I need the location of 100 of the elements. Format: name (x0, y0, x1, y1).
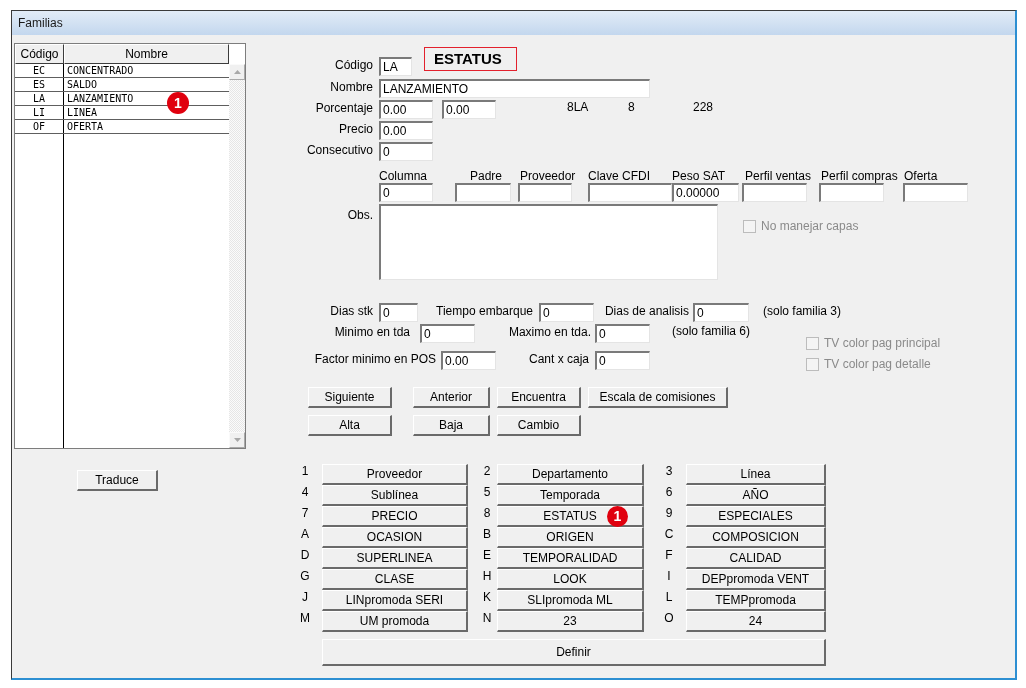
action-button[interactable]: Anterior (413, 387, 490, 408)
text-field[interactable] (819, 183, 884, 202)
info-text: 228 (693, 100, 714, 114)
catalog-button[interactable]: TEMPpromoda (686, 590, 826, 611)
field-label: Precio (339, 122, 373, 136)
text-field[interactable] (518, 183, 572, 202)
text-area[interactable] (379, 204, 718, 280)
table-cell: LA (15, 92, 64, 105)
text-field[interactable]: 0 (379, 303, 418, 322)
text-field[interactable]: 0 (595, 351, 650, 370)
text-field[interactable]: 0.00 (441, 351, 496, 370)
column-header[interactable]: Código (15, 44, 64, 64)
action-button[interactable]: Escala de comisiones (588, 387, 728, 408)
catalog-button[interactable]: Sublínea (322, 485, 468, 506)
key-label: 3 (665, 464, 673, 479)
key-label: H (482, 569, 492, 584)
callout-badge: 1 (607, 506, 628, 527)
catalog-button[interactable]: 24 (686, 611, 826, 632)
text-field[interactable] (742, 183, 807, 202)
text-field[interactable] (903, 183, 968, 202)
catalog-button[interactable]: Departamento (497, 464, 644, 485)
key-label: 8 (483, 506, 491, 521)
text-field[interactable]: 0 (539, 303, 594, 322)
key-label: 4 (301, 485, 309, 500)
catalog-button[interactable]: LOOK (497, 569, 644, 590)
key-label: B (483, 527, 491, 542)
action-button[interactable]: Alta (308, 415, 392, 436)
field-label: Perfil ventas (745, 170, 812, 183)
catalog-button[interactable]: DEPpromoda VENT (686, 569, 826, 590)
table-cell: LI (15, 106, 64, 119)
field-label: Obs. (347, 208, 373, 222)
info-text: 8 (628, 100, 635, 114)
text-field[interactable]: LANZAMIENTO (379, 79, 650, 98)
catalog-button[interactable]: SLIpromoda ML (497, 590, 644, 611)
key-label: 1 (301, 464, 309, 479)
window-title: Familias (18, 16, 63, 30)
table-cell: SALDO (67, 78, 98, 91)
field-label: Oferta (904, 170, 938, 183)
catalog-button[interactable]: COMPOSICION (686, 527, 826, 548)
traduce-button[interactable]: Traduce (77, 470, 158, 491)
text-field[interactable] (588, 183, 672, 202)
catalog-button[interactable]: UM promoda (322, 611, 468, 632)
key-label: 7 (301, 506, 309, 521)
catalog-button[interactable]: AÑO (686, 485, 826, 506)
field-label: Padre (470, 170, 503, 183)
key-label: A (301, 527, 309, 542)
text-field[interactable]: 0 (379, 142, 433, 161)
catalog-button[interactable]: ESPECIALES (686, 506, 826, 527)
action-button[interactable]: Siguiente (308, 387, 392, 408)
field-label: Tiempo embarque (436, 304, 533, 318)
catalog-button[interactable]: OCASION (322, 527, 468, 548)
key-label: C (664, 527, 674, 542)
catalog-button[interactable]: PRECIO (322, 506, 468, 527)
catalog-button[interactable]: 23 (497, 611, 644, 632)
scroll-down-button[interactable] (229, 432, 245, 448)
catalog-button[interactable]: Proveedor (322, 464, 468, 485)
table-cell: LINEA (67, 106, 98, 119)
catalog-button[interactable]: ESTATUS 1 (497, 506, 644, 527)
catalog-button[interactable]: CALIDAD (686, 548, 826, 569)
catalog-button[interactable]: CLASE (322, 569, 468, 590)
field-label: Código (334, 58, 373, 72)
key-label: L (665, 590, 673, 605)
key-label: D (300, 548, 310, 563)
catalog-button[interactable]: ORIGEN (497, 527, 644, 548)
table-cell: OF (15, 120, 64, 133)
catalog-button[interactable]: TEMPORALIDAD (497, 548, 644, 569)
table-cell: ES (15, 78, 64, 91)
text-field[interactable]: 0 (379, 183, 433, 202)
key-label: G (300, 569, 310, 584)
text-field[interactable]: 0.00 (379, 121, 433, 140)
status-title: ESTATUS (424, 47, 517, 71)
text-field[interactable]: 0 (693, 303, 749, 322)
field-label: Dias stk (330, 304, 373, 318)
caret-down-icon (233, 438, 241, 442)
key-label: E (483, 548, 491, 563)
text-field[interactable]: 0.00 (379, 100, 433, 119)
table-cell: LANZAMIENTO (67, 92, 134, 105)
text-field[interactable]: 0.00 (442, 100, 496, 119)
action-button[interactable]: Cambio (497, 415, 581, 436)
catalog-button[interactable]: Línea (686, 464, 826, 485)
table-cell: EC (15, 64, 64, 77)
text-field[interactable]: 0 (595, 324, 650, 343)
catalog-button[interactable]: SUPERLINEA (322, 548, 468, 569)
definir-button[interactable]: Definir (322, 639, 826, 666)
text-field[interactable] (455, 183, 511, 202)
text-field[interactable]: 0.00000 (672, 183, 739, 202)
info-text: 8LA (567, 100, 589, 114)
field-label: Peso SAT (672, 170, 726, 183)
key-label: K (483, 590, 491, 605)
field-label: Maximo en tda. (508, 325, 591, 339)
text-field[interactable]: 0 (420, 324, 475, 343)
field-label: Factor minimo en POS (314, 352, 436, 366)
action-button[interactable]: Encuentra (497, 387, 581, 408)
catalog-button[interactable]: LINpromoda SERI (322, 590, 468, 611)
catalog-button[interactable]: Temporada (497, 485, 644, 506)
text-field[interactable]: LA (379, 57, 412, 76)
column-header[interactable]: Nombre (64, 44, 229, 64)
scroll-up-button[interactable] (229, 64, 245, 80)
action-button[interactable]: Baja (413, 415, 490, 436)
key-label: 5 (483, 485, 491, 500)
